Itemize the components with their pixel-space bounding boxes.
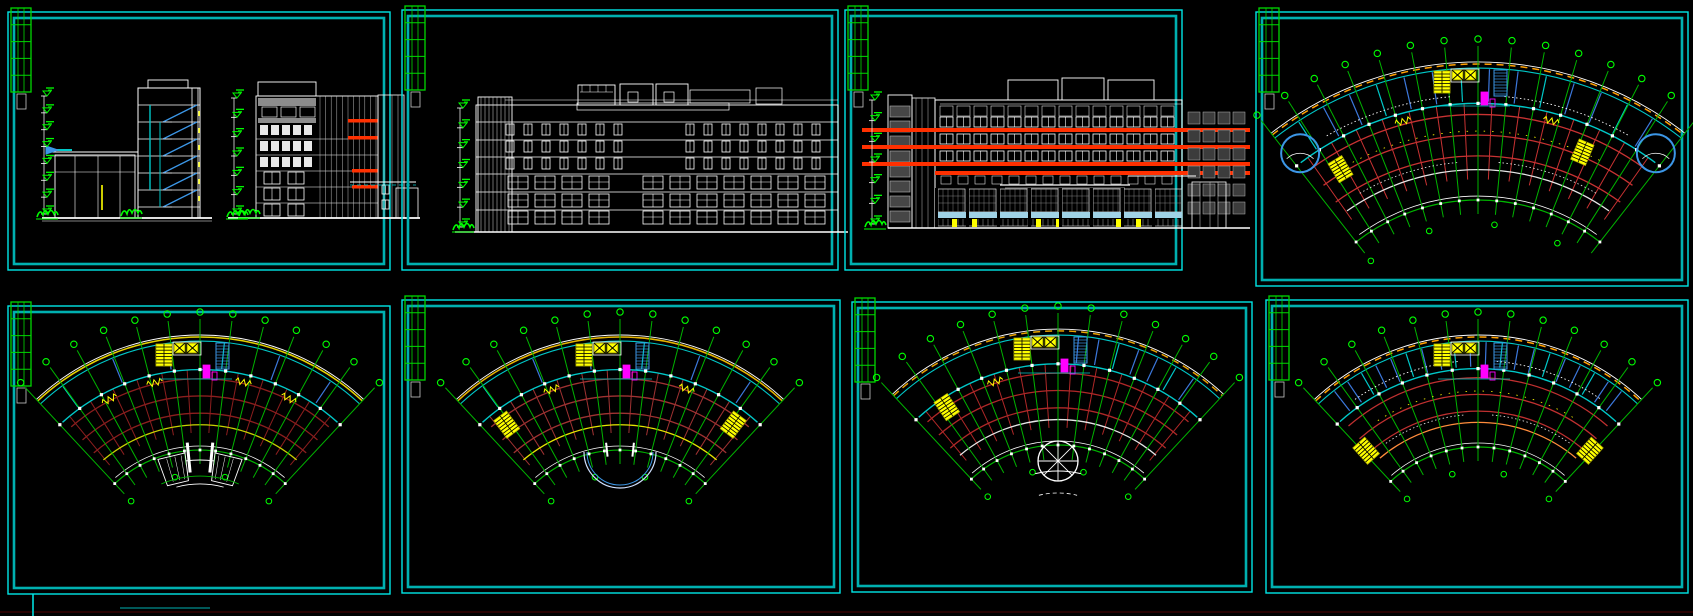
cad-canvas[interactable] — [0, 0, 1693, 616]
